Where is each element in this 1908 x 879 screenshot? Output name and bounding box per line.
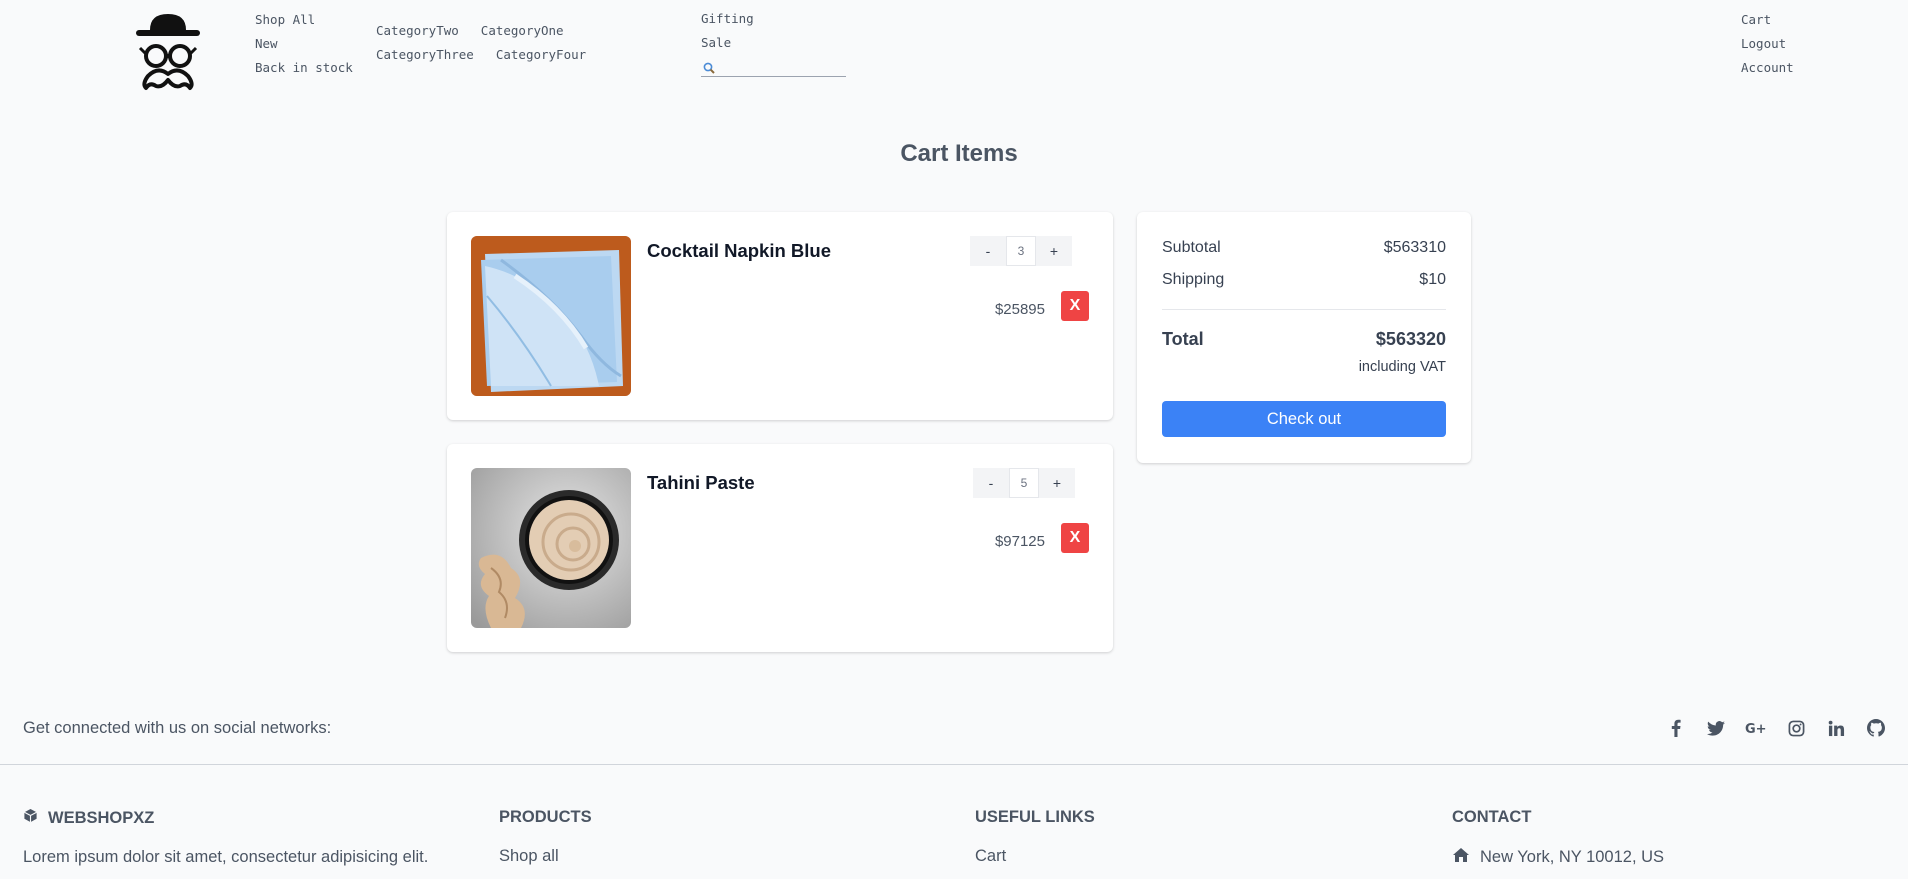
increase-quantity-button[interactable]: + <box>1036 236 1072 266</box>
social-icons: G+ <box>1656 716 1896 740</box>
instagram-icon[interactable] <box>1776 716 1816 740</box>
footer-links-column: USEFUL LINKS Cart <box>975 808 1095 866</box>
footer-cart-link[interactable]: Cart <box>975 847 1006 866</box>
nav-shop-all[interactable]: Shop All <box>255 11 353 28</box>
nav-category-three[interactable]: CategoryThree <box>376 46 474 63</box>
home-icon <box>1452 847 1470 868</box>
google-plus-icon[interactable]: G+ <box>1736 716 1776 740</box>
footer-brand-heading: WEBSHOPXZ <box>23 808 428 828</box>
footer-contact-heading: CONTACT <box>1452 808 1532 826</box>
product-image[interactable] <box>471 468 631 628</box>
quantity-stepper: - + <box>973 468 1075 498</box>
linkedin-icon[interactable] <box>1816 716 1856 740</box>
nav-new[interactable]: New <box>255 35 353 52</box>
quantity-stepper: - + <box>970 236 1072 266</box>
footer-products-heading: PRODUCTS <box>499 808 592 826</box>
nav-primary: Shop All New Back in stock <box>255 11 353 76</box>
footer-links-heading: USEFUL LINKS <box>975 808 1095 826</box>
nav-gifting[interactable]: Gifting <box>701 10 754 27</box>
nav-secondary: Gifting Sale <box>701 10 754 51</box>
subtotal-label: Subtotal <box>1162 239 1221 256</box>
nav-category-two[interactable]: CategoryTwo <box>376 22 459 39</box>
item-price: $25895 <box>994 301 1045 318</box>
site-header: Shop All New Back in stock CategoryTwo C… <box>0 0 1908 110</box>
checkout-button[interactable]: Check out <box>1162 401 1446 437</box>
shipping-value: $10 <box>1419 271 1446 288</box>
summary-divider <box>1162 309 1446 310</box>
nav-categories: CategoryTwo CategoryOne CategoryThree Ca… <box>376 22 676 63</box>
facebook-icon[interactable] <box>1656 716 1696 740</box>
item-price: $97125 <box>994 533 1045 550</box>
footer-products-column: PRODUCTS Shop all <box>499 808 592 866</box>
nav-account: Cart Logout Account <box>1741 11 1794 76</box>
nav-sale[interactable]: Sale <box>701 34 754 51</box>
vat-note: including VAT <box>1358 359 1446 375</box>
product-name[interactable]: Cocktail Napkin Blue <box>647 240 831 262</box>
footer-brand-column: WEBSHOPXZ Lorem ipsum dolor sit amet, co… <box>23 808 428 867</box>
footer-address-text: New York, NY 10012, US <box>1480 848 1665 866</box>
social-bar: Get connected with us on social networks… <box>0 700 1908 765</box>
decrease-quantity-button[interactable]: - <box>970 236 1006 266</box>
remove-item-button[interactable]: X <box>1061 523 1089 553</box>
shipping-label: Shipping <box>1162 271 1225 288</box>
quantity-input[interactable] <box>1006 236 1036 266</box>
order-summary: Subtotal $563310 Shipping $10 Total $563… <box>1137 212 1471 463</box>
increase-quantity-button[interactable]: + <box>1039 468 1075 498</box>
total-label: Total <box>1162 329 1204 349</box>
nav-cart[interactable]: Cart <box>1741 11 1794 28</box>
footer-contact-column: CONTACT New York, NY 10012, US <box>1452 808 1664 868</box>
twitter-icon[interactable] <box>1696 716 1736 740</box>
total-row: Total $563320 <box>1162 329 1446 350</box>
nav-logout[interactable]: Logout <box>1741 35 1794 52</box>
cube-icon <box>23 808 38 828</box>
cart-item-card: Tahini Paste - + $97125 X <box>447 444 1113 652</box>
quantity-input[interactable] <box>1009 468 1039 498</box>
footer-address: New York, NY 10012, US <box>1452 847 1664 868</box>
subtotal-value: $563310 <box>1383 239 1446 256</box>
nav-back-in-stock[interactable]: Back in stock <box>255 59 353 76</box>
search-input[interactable] <box>719 57 844 76</box>
svg-text:G+: G+ <box>1745 722 1767 735</box>
logo-icon[interactable] <box>128 10 208 94</box>
social-text: Get connected with us on social networks… <box>23 719 332 737</box>
remove-item-button[interactable]: X <box>1061 291 1089 321</box>
nav-account-link[interactable]: Account <box>1741 59 1794 76</box>
search-icon <box>703 61 715 74</box>
subtotal-row: Subtotal $563310 <box>1162 239 1446 257</box>
page-title: Cart Items <box>900 140 1018 167</box>
search-box <box>701 57 846 77</box>
footer-shop-all-link[interactable]: Shop all <box>499 847 559 866</box>
product-name[interactable]: Tahini Paste <box>647 472 755 494</box>
cart-item-card: Cocktail Napkin Blue - + $25895 X <box>447 212 1113 420</box>
footer-brand-text: Lorem ipsum dolor sit amet, consectetur … <box>23 848 429 866</box>
total-value: $563320 <box>1375 329 1446 349</box>
github-icon[interactable] <box>1856 716 1896 740</box>
nav-category-one[interactable]: CategoryOne <box>481 22 564 39</box>
shipping-row: Shipping $10 <box>1162 271 1446 289</box>
decrease-quantity-button[interactable]: - <box>973 468 1009 498</box>
nav-category-four[interactable]: CategoryFour <box>496 46 586 63</box>
product-image[interactable] <box>471 236 631 396</box>
footer-brand-name: WEBSHOPXZ <box>48 808 155 827</box>
